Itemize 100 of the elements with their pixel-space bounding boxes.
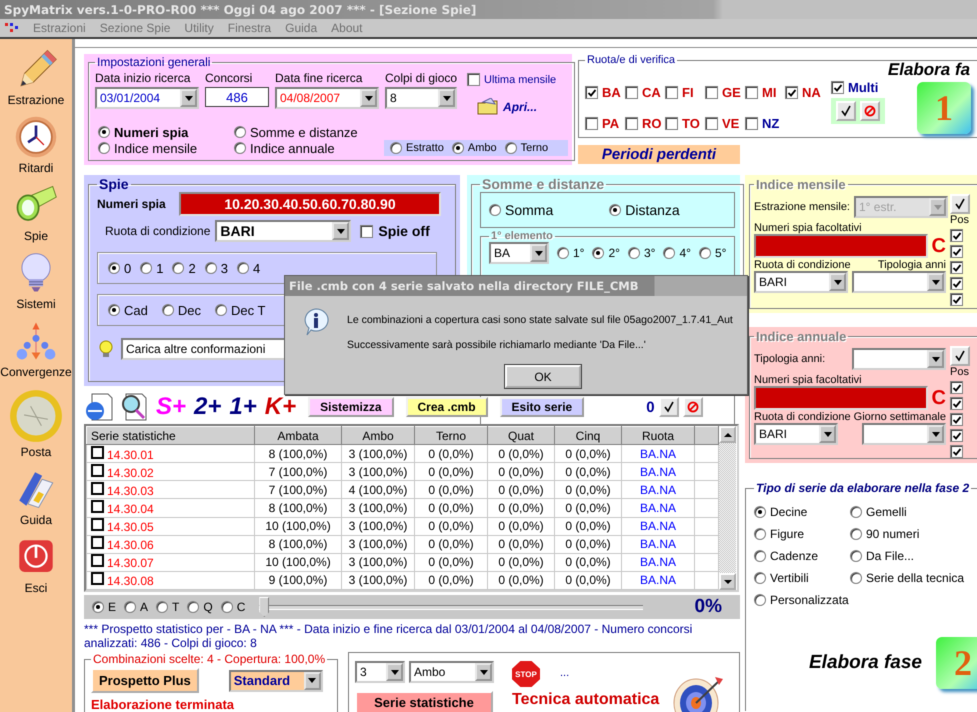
- input-field[interactable]: [754, 386, 928, 410]
- sidebar-item[interactable]: Convergenze: [0, 315, 72, 383]
- dropdown[interactable]: BARI: [215, 220, 352, 242]
- column-header[interactable]: [694, 426, 718, 444]
- scroll-up-button[interactable]: [719, 426, 736, 443]
- statistics-button[interactable]: Serie statistiche: [355, 691, 493, 712]
- dropdown[interactable]: 8: [385, 87, 457, 109]
- checkbox[interactable]: [831, 81, 844, 94]
- radio-button[interactable]: [609, 204, 622, 216]
- checkbox[interactable]: [91, 572, 104, 586]
- checkbox[interactable]: [950, 429, 963, 442]
- radio-button[interactable]: [98, 142, 110, 154]
- radio-button[interactable]: [592, 247, 604, 259]
- checkbox[interactable]: [745, 116, 758, 130]
- sidebar-item[interactable]: Ritardi: [0, 111, 72, 179]
- radio-button[interactable]: [754, 506, 766, 518]
- toolbar-button[interactable]: Crea .cmb: [406, 397, 488, 417]
- checkbox[interactable]: [950, 381, 963, 394]
- radio-button[interactable]: [504, 142, 517, 154]
- sidebar-item[interactable]: Sistemi: [0, 247, 72, 315]
- checkbox[interactable]: [91, 464, 104, 477]
- radio-button[interactable]: [754, 528, 766, 540]
- radio-button[interactable]: [234, 126, 246, 138]
- column-header[interactable]: Ambata: [254, 426, 342, 444]
- radio-button[interactable]: [390, 142, 402, 154]
- select-all-button[interactable]: [836, 101, 856, 121]
- radio-button[interactable]: [98, 126, 110, 138]
- column-header[interactable]: Ambo: [342, 426, 414, 444]
- clear-button[interactable]: [860, 101, 880, 121]
- radio-button[interactable]: [187, 601, 200, 613]
- checkbox[interactable]: [625, 116, 638, 130]
- radio-button[interactable]: [156, 601, 168, 613]
- dropdown[interactable]: 04/08/2007: [275, 87, 379, 109]
- sidebar-item[interactable]: Spie: [0, 179, 72, 247]
- radio-button[interactable]: [204, 262, 217, 274]
- radio-button[interactable]: [754, 572, 766, 584]
- checkbox[interactable]: [950, 293, 963, 306]
- radio-button[interactable]: [108, 262, 120, 274]
- dropdown[interactable]: BA: [489, 242, 549, 264]
- checkbox[interactable]: [91, 536, 104, 550]
- select-all-button[interactable]: [658, 397, 679, 417]
- checkbox[interactable]: [950, 261, 963, 274]
- clear-label[interactable]: C: [932, 234, 946, 258]
- sidebar-item[interactable]: Estrazione: [0, 43, 72, 111]
- radio-button[interactable]: [140, 262, 152, 274]
- checkbox[interactable]: [91, 554, 104, 568]
- radio-button[interactable]: [850, 528, 862, 540]
- column-header[interactable]: Ruota: [622, 426, 694, 444]
- select-all-button[interactable]: [950, 346, 970, 366]
- checkbox[interactable]: [745, 86, 758, 100]
- radio-button[interactable]: [92, 601, 104, 613]
- input-field[interactable]: 10.20.30.40.50.60.70.80.90: [179, 192, 441, 216]
- dropdown[interactable]: 03/01/2004: [95, 87, 199, 109]
- slider-thumb[interactable]: [259, 597, 270, 617]
- radio-button[interactable]: [452, 142, 464, 154]
- toolbar-button[interactable]: Esito serie: [500, 397, 584, 417]
- checkbox[interactable]: [467, 73, 480, 86]
- clear-label[interactable]: C: [932, 386, 946, 410]
- checkbox[interactable]: [91, 446, 104, 459]
- column-header[interactable]: Quat: [488, 426, 554, 444]
- radio-button[interactable]: [214, 304, 227, 316]
- checkbox[interactable]: [950, 229, 963, 242]
- column-header[interactable]: Terno: [414, 426, 488, 444]
- dropdown[interactable]: BARI: [754, 423, 838, 445]
- radio-button[interactable]: [663, 247, 676, 259]
- dropdown[interactable]: BARI: [754, 271, 848, 293]
- column-header[interactable]: Cinq: [554, 426, 622, 444]
- dropdown[interactable]: Standard: [228, 670, 323, 692]
- report-button[interactable]: Prospetto Plus: [91, 668, 199, 693]
- radio-button[interactable]: [236, 262, 249, 274]
- sidebar-item[interactable]: Posta: [0, 383, 72, 463]
- stop-button[interactable]: STOP: [512, 661, 540, 687]
- sidebar-item[interactable]: Esci: [0, 531, 72, 599]
- radio-button[interactable]: [850, 550, 862, 562]
- dropdown[interactable]: [852, 271, 946, 293]
- dropdown[interactable]: Ambo: [409, 661, 494, 683]
- checkbox[interactable]: [91, 482, 104, 495]
- radio-button[interactable]: [220, 601, 233, 613]
- checkbox[interactable]: [585, 86, 598, 100]
- checkbox[interactable]: [665, 86, 678, 100]
- column-header[interactable]: Serie statistiche: [86, 426, 254, 444]
- tool-label[interactable]: 2+: [194, 395, 222, 419]
- input-field[interactable]: 486: [205, 87, 269, 107]
- radio-button[interactable]: [124, 601, 136, 613]
- radio-button[interactable]: [489, 204, 501, 216]
- sidebar-item[interactable]: Guida: [0, 463, 72, 531]
- checkbox[interactable]: [91, 518, 104, 532]
- toolbar-button[interactable]: Sistemizza: [308, 397, 394, 417]
- checkbox[interactable]: [665, 116, 678, 130]
- checkbox[interactable]: [785, 86, 798, 100]
- radio-button[interactable]: [162, 304, 174, 316]
- radio-button[interactable]: [850, 506, 862, 518]
- checkbox[interactable]: [950, 413, 963, 426]
- open-button[interactable]: Apri...: [467, 98, 556, 116]
- radio-button[interactable]: [172, 262, 184, 274]
- radio-button[interactable]: [108, 304, 120, 316]
- radio-button[interactable]: [628, 247, 640, 259]
- checkbox[interactable]: [705, 86, 718, 100]
- radio-button[interactable]: [850, 572, 862, 584]
- checkbox[interactable]: [950, 277, 963, 290]
